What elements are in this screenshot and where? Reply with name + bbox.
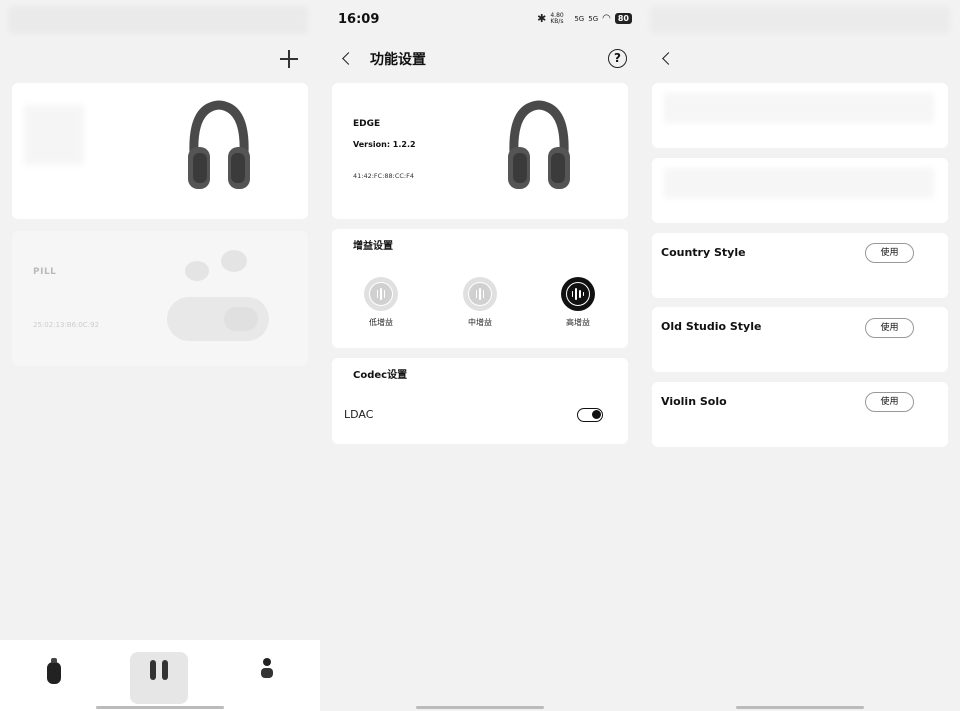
gain-high-icon [561, 277, 595, 311]
style-name-violin: Violin Solo [661, 395, 727, 408]
function-settings-panel: 16:09 ✱ 4.80 KB/s 5G 5G ◠ 80 功能设置 ? EDGE… [320, 0, 640, 711]
sound-style-panel: Country Style 使用 Old Studio Style 使用 Vio… [640, 0, 960, 711]
style-card-blurred-2[interactable] [652, 158, 948, 223]
gain-high-label: 高增益 [566, 318, 590, 327]
status-time: 16:09 [338, 12, 380, 27]
earbuds-device-icon [150, 660, 168, 680]
gain-option-low[interactable]: 低增益 [351, 277, 411, 328]
gain-option-high[interactable]: 高增益 [548, 277, 608, 328]
gain-option-mid[interactable]: 中增益 [450, 277, 510, 328]
use-button-old-studio[interactable]: 使用 [865, 318, 914, 338]
signal-1: 5G [574, 14, 585, 23]
battery-badge: 80 [614, 13, 632, 24]
add-device-icon[interactable] [278, 48, 300, 70]
status-bar-blurred [650, 6, 950, 34]
mini-speaker-device-icon[interactable] [258, 656, 276, 686]
headphones-image [188, 100, 250, 189]
speaker-device-icon[interactable] [44, 656, 64, 688]
back-icon[interactable] [662, 52, 675, 65]
bluetooth-icon: ✱ [537, 12, 547, 25]
device-card-text-blurred [24, 105, 84, 165]
ldac-label: LDAC [344, 408, 374, 421]
ldac-toggle[interactable] [577, 408, 603, 422]
use-button-country[interactable]: 使用 [865, 243, 914, 263]
gain-low-icon [364, 277, 398, 311]
net-speed: 4.80 KB/s [550, 11, 564, 25]
device-name: EDGE [353, 119, 381, 129]
status-icons: ✱ 4.80 KB/s 5G 5G ◠ 80 [537, 12, 632, 25]
wifi-icon: ◠ [602, 13, 611, 24]
blurred-content [664, 168, 934, 198]
home-indicator [96, 706, 224, 709]
codec-section-title: Codec设置 [353, 370, 408, 381]
device-card-pill[interactable]: PILL 25:02:13:B6:0C:92 [12, 231, 308, 366]
home-indicator [416, 706, 544, 709]
gain-low-label: 低增益 [369, 318, 393, 327]
home-indicator [736, 706, 864, 709]
earbuds-device-tab[interactable] [130, 652, 188, 704]
status-bar-blurred [8, 6, 308, 34]
pill-mac: 25:02:13:B6:0C:92 [33, 321, 100, 329]
gain-mid-label: 中增益 [468, 318, 492, 327]
help-icon[interactable]: ? [608, 49, 627, 68]
style-card-old-studio [652, 307, 948, 372]
device-list-panel: PILL 25:02:13:B6:0C:92 [0, 0, 320, 711]
blurred-content [664, 93, 934, 123]
use-button-violin[interactable]: 使用 [865, 392, 914, 412]
device-card-edge[interactable] [12, 83, 308, 219]
gain-section-title: 增益设置 [353, 241, 393, 252]
back-icon[interactable] [342, 52, 355, 65]
bottom-device-bar [0, 640, 320, 711]
device-info-card: EDGE Version: 1.2.2 41:42:FC:88:CC:F4 [332, 83, 628, 219]
signal-2: 5G [588, 14, 599, 23]
page-title: 功能设置 [370, 52, 426, 68]
codec-settings-card: Codec设置 [332, 358, 628, 444]
device-mac: 41:42:FC:88:CC:F4 [353, 172, 414, 180]
headphones-image [508, 100, 570, 189]
earbuds-case-image [167, 250, 269, 341]
pill-label: PILL [33, 267, 57, 277]
style-card-blurred-1[interactable] [652, 83, 948, 148]
style-name-country: Country Style [661, 246, 746, 259]
device-version: Version: 1.2.2 [353, 140, 416, 149]
gain-settings-card: 增益设置 低增益 中增益 高增益 [332, 229, 628, 348]
gain-mid-icon [463, 277, 497, 311]
style-name-old-studio: Old Studio Style [661, 320, 762, 333]
